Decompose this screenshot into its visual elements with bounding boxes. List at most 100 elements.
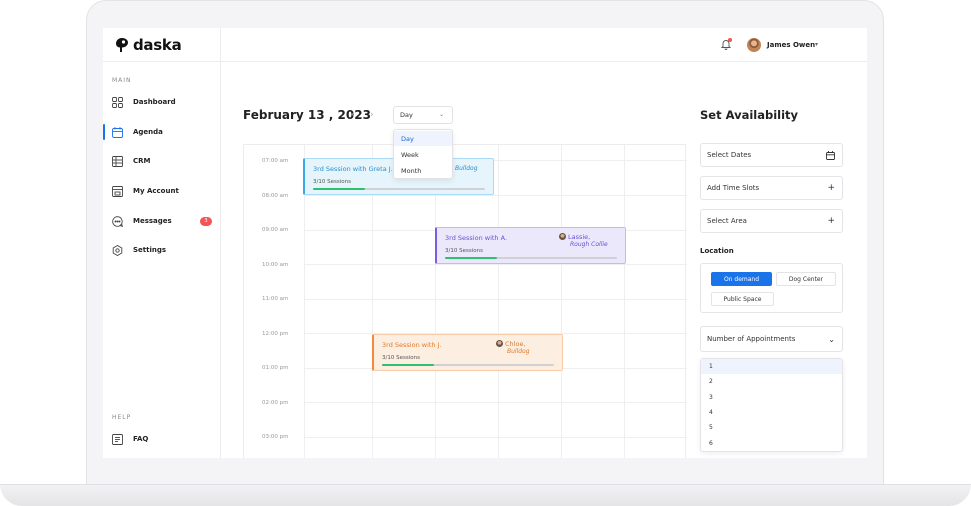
- grid-row-line: [304, 299, 687, 300]
- sidebar-item-agenda[interactable]: Agenda: [103, 123, 221, 141]
- header-divider: [221, 61, 867, 62]
- appointment-option[interactable]: 6: [701, 435, 842, 450]
- session-progress-fill: [382, 364, 434, 366]
- sidebar-item-label: Settings: [133, 246, 167, 254]
- section-label-help: HELP: [112, 414, 132, 421]
- chevron-down-icon: ⌄: [438, 111, 444, 118]
- grid-row-line: [304, 437, 687, 438]
- sidebar-item-messages[interactable]: Messages 3: [103, 212, 221, 230]
- view-option-day[interactable]: Day: [394, 131, 452, 146]
- session-progress-track: [445, 257, 617, 259]
- location-options: On demand Dog Center Public Space: [700, 263, 843, 313]
- sidebar-item-label: Agenda: [133, 128, 163, 136]
- chevron-down-icon[interactable]: ▾: [815, 41, 818, 48]
- grid-row-line: [304, 402, 687, 403]
- appointment-option[interactable]: 3: [701, 390, 842, 405]
- sidebar-item-dashboard[interactable]: Dashboard: [103, 93, 221, 111]
- time-label: 10:00 am: [262, 262, 289, 268]
- laptop-base: [0, 484, 971, 506]
- calendar-icon: [826, 150, 835, 160]
- time-label: 01:00 pm: [262, 365, 289, 371]
- plus-icon[interactable]: +: [827, 216, 835, 226]
- event-sessions: 3/10 Sessions: [313, 179, 351, 185]
- pet-info: Chloe,: [496, 340, 526, 348]
- messages-count-badge: 3: [200, 216, 212, 226]
- sidebar-divider: [103, 61, 221, 62]
- time-label: 11:00 am: [262, 296, 289, 302]
- daska-logo-icon: [116, 38, 128, 52]
- sidebar-item-label: Messages: [133, 217, 172, 225]
- time-label: 02:00 pm: [262, 400, 289, 406]
- location-option-dog-center[interactable]: Dog Center: [776, 272, 836, 286]
- avatar[interactable]: [747, 38, 761, 52]
- faq-icon: [112, 433, 123, 445]
- time-label: 12:00 pm: [262, 331, 289, 337]
- time-label: 09:00 am: [262, 227, 289, 233]
- sidebar-item-crm[interactable]: CRM: [103, 152, 221, 170]
- event-card[interactable]: 3rd Session with A. Lassie, Rough Collie…: [435, 227, 626, 264]
- location-label: Location: [700, 247, 734, 255]
- prev-day-button[interactable]: ‹: [351, 110, 355, 120]
- pet-breed: Rough Collie: [570, 241, 608, 248]
- plus-icon[interactable]: +: [827, 183, 835, 193]
- event-sessions: 3/10 Sessions: [382, 355, 420, 361]
- appointment-option[interactable]: 2: [701, 374, 842, 389]
- sidebar-item-label: FAQ: [133, 435, 149, 443]
- sidebar-item-label: Dashboard: [133, 98, 176, 106]
- pet-avatar: [496, 340, 503, 347]
- event-title: 3rd Session with Greta J.: [313, 165, 393, 173]
- pet-name: Lassie,: [568, 233, 591, 241]
- sidebar-item-faq[interactable]: FAQ: [103, 430, 221, 448]
- grid-column-line: [624, 145, 625, 458]
- sidebar-item-my-account[interactable]: My Account: [103, 182, 221, 200]
- add-time-slots-label: Add Time Slots: [707, 184, 760, 192]
- session-progress-fill: [445, 257, 497, 259]
- message-icon: [112, 215, 123, 227]
- section-label-main: MAIN: [112, 77, 132, 84]
- appointments-label: Number of Appointments: [707, 335, 796, 343]
- pet-info: Lassie,: [559, 233, 590, 241]
- user-name[interactable]: James Owen: [767, 41, 815, 49]
- appointments-dropdown-menu: 1 2 3 4 5 6: [700, 358, 843, 452]
- time-label: 08:00 am: [262, 193, 289, 199]
- event-title: 3rd Session with J.: [382, 341, 442, 349]
- view-dropdown-menu: Day Week Month: [393, 129, 453, 179]
- chevron-down-icon: ⌄: [828, 334, 835, 344]
- session-progress-track: [382, 364, 554, 366]
- grid-column-line: [561, 145, 562, 458]
- appointment-option[interactable]: 1: [701, 359, 842, 375]
- event-sessions: 3/10 Sessions: [445, 248, 483, 254]
- next-day-button[interactable]: ›: [370, 110, 374, 120]
- sidebar-item-label: My Account: [133, 187, 179, 195]
- grid-column-line: [498, 145, 499, 458]
- view-option-week[interactable]: Week: [394, 147, 452, 162]
- logo[interactable]: daska: [115, 36, 182, 54]
- pet-breed: Bulldog: [507, 348, 530, 355]
- view-option-month[interactable]: Month: [394, 163, 452, 178]
- add-time-slots-field[interactable]: Add Time Slots +: [700, 176, 843, 200]
- grid-row-line: [304, 195, 687, 196]
- sidebar-item-label: CRM: [133, 157, 151, 165]
- account-icon: [112, 185, 123, 197]
- availability-title: Set Availability: [700, 108, 799, 122]
- view-select[interactable]: Day ⌄: [393, 106, 453, 124]
- appointment-option[interactable]: 5: [701, 420, 842, 435]
- appointments-select[interactable]: Number of Appointments ⌄: [700, 326, 843, 352]
- view-select-value: Day: [400, 111, 413, 119]
- location-option-on-demand[interactable]: On demand: [711, 272, 772, 286]
- pet-name: Chloe,: [505, 340, 526, 348]
- event-card[interactable]: 3rd Session with J. Chloe, Bulldog 3/10 …: [372, 334, 563, 371]
- appointment-option[interactable]: 4: [701, 405, 842, 420]
- select-area-field[interactable]: Select Area +: [700, 209, 843, 233]
- grid-row-line: [304, 264, 687, 265]
- location-option-public-space[interactable]: Public Space: [711, 292, 774, 306]
- session-progress-track: [313, 188, 485, 190]
- calendar-icon: [112, 126, 123, 138]
- gear-icon: [112, 244, 123, 256]
- select-dates-field[interactable]: Select Dates: [700, 143, 843, 167]
- app-screen: daska MAIN Dashboard Agenda CRM My Accou…: [103, 28, 867, 458]
- sidebar-item-settings[interactable]: Settings: [103, 241, 221, 259]
- time-label: 03:00 pm: [262, 434, 289, 440]
- select-area-label: Select Area: [707, 217, 747, 225]
- calendar-grid: 07:00 am 08:00 am 09:00 am 10:00 am 11:0…: [243, 144, 687, 458]
